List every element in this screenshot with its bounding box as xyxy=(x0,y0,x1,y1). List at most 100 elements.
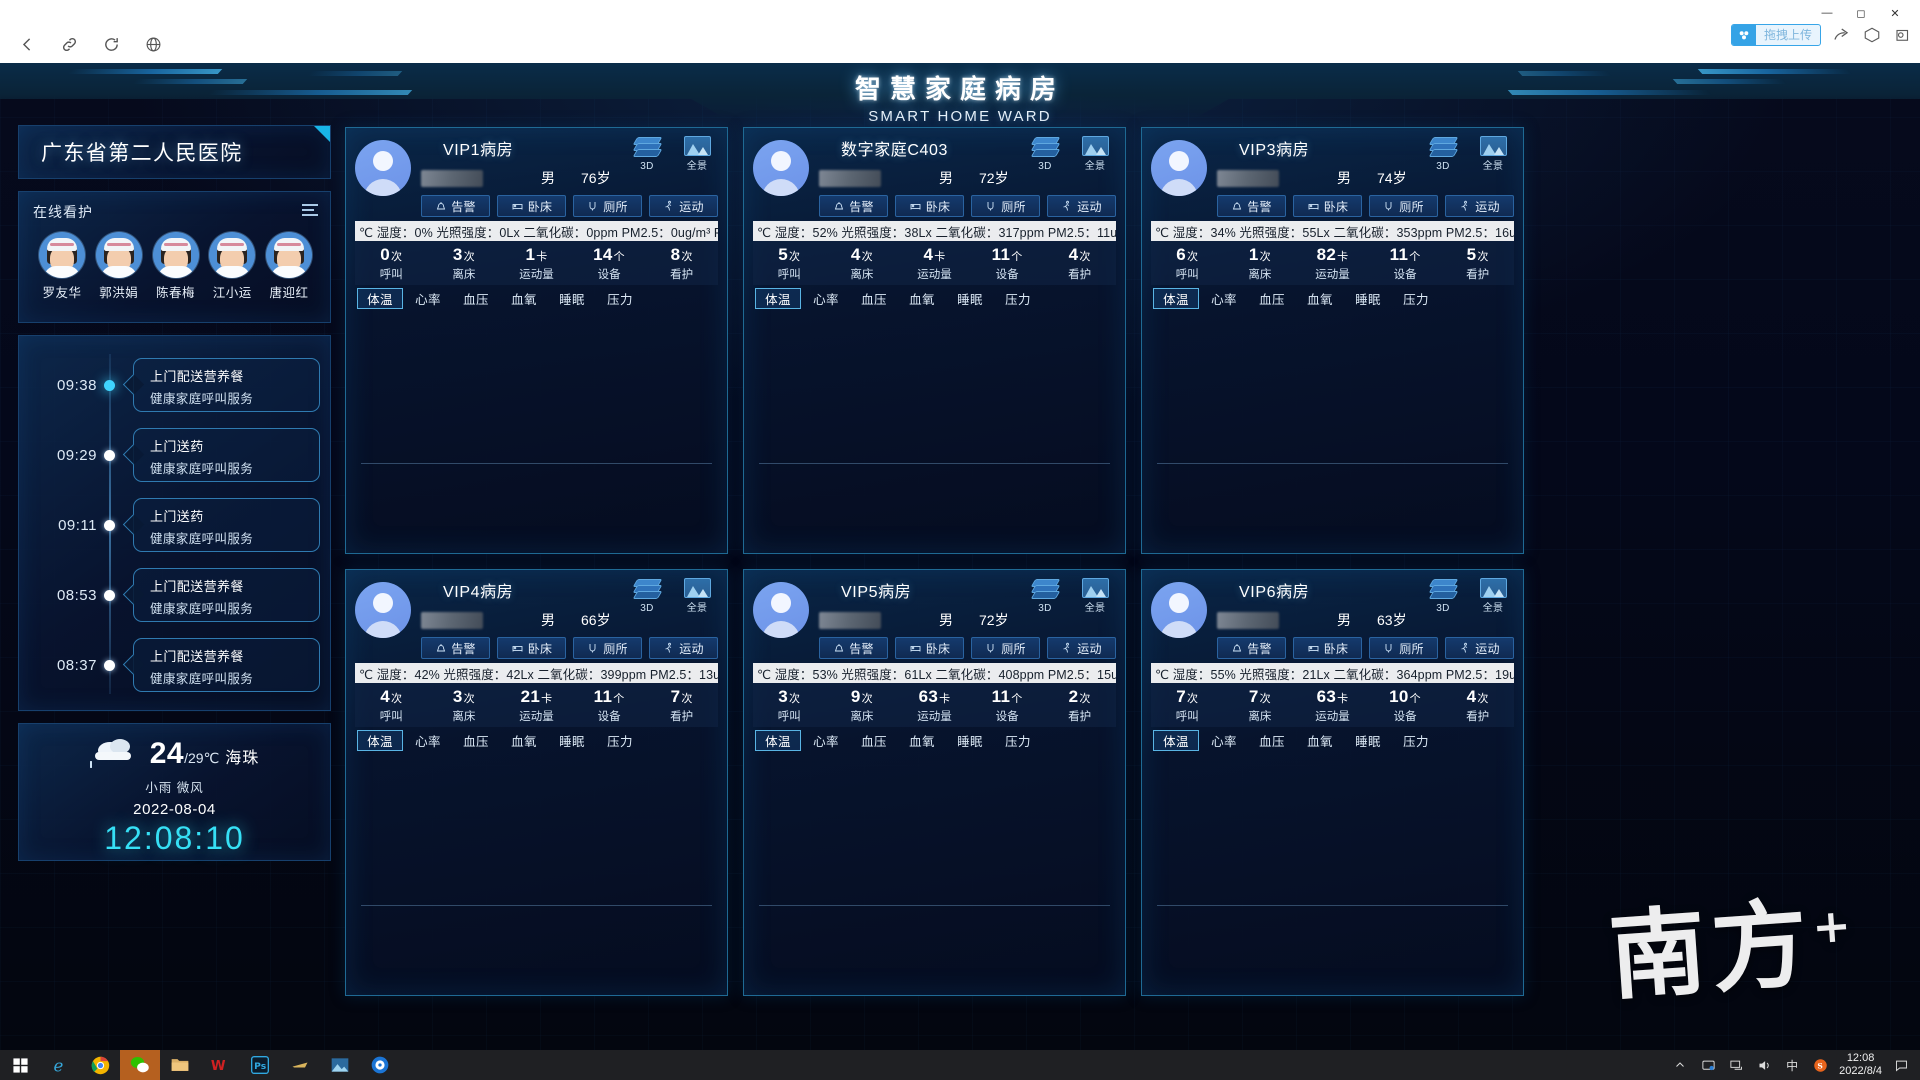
ward-metric-tab[interactable]: 血压 xyxy=(851,730,897,751)
minimize-button[interactable]: — xyxy=(1810,2,1844,24)
ward-card[interactable]: VIP1病房 3D 全景男 76岁 告警 卧床 厕所 运动 ℃ 湿度：0% 光照强度：0Lx 二… xyxy=(345,127,728,554)
timeline-item[interactable]: 09:38 上门配送营养餐 健康家庭呼叫服务 xyxy=(19,350,320,420)
media-player-icon[interactable] xyxy=(360,1050,400,1080)
ward-metric-tab[interactable]: 心率 xyxy=(405,730,451,751)
ward-metric-tab[interactable]: 体温 xyxy=(1153,288,1199,309)
ward-action-button[interactable]: 运动 xyxy=(649,195,718,217)
view-3d-button[interactable]: 3D xyxy=(630,134,664,174)
photos-icon[interactable] xyxy=(320,1050,360,1080)
view-3d-button[interactable]: 3D xyxy=(1426,576,1460,616)
ward-metric-tab[interactable]: 心率 xyxy=(405,288,451,309)
tray-clock[interactable]: 12:08 2022/8/4 xyxy=(1839,1052,1882,1078)
ward-action-button[interactable]: 运动 xyxy=(1047,195,1116,217)
drag-upload-button[interactable]: 拖拽上传 xyxy=(1730,24,1821,46)
file-explorer-icon[interactable] xyxy=(160,1050,200,1080)
timeline-item[interactable]: 08:53 上门配送营养餐 健康家庭呼叫服务 xyxy=(19,560,320,630)
box-icon[interactable] xyxy=(1861,24,1883,46)
notification-icon[interactable] xyxy=(1892,1056,1910,1074)
ward-metric-tab[interactable]: 血氧 xyxy=(899,730,945,751)
ward-metric-tab[interactable]: 血压 xyxy=(453,288,499,309)
windows-start-icon[interactable] xyxy=(0,1050,40,1080)
view-3d-button[interactable]: 3D xyxy=(1028,576,1062,616)
chrome-icon[interactable] xyxy=(80,1050,120,1080)
view-3d-button[interactable]: 3D xyxy=(1426,134,1460,174)
ward-action-button[interactable]: 运动 xyxy=(1047,637,1116,659)
chevron-up-icon[interactable] xyxy=(1671,1056,1689,1074)
ward-metric-tab[interactable]: 血压 xyxy=(1249,288,1295,309)
ward-metric-tab[interactable]: 睡眠 xyxy=(947,288,993,309)
maximize-button[interactable]: ◻ xyxy=(1844,2,1878,24)
globe-icon[interactable] xyxy=(136,30,170,60)
ward-metric-tab[interactable]: 压力 xyxy=(597,288,643,309)
timeline-item[interactable]: 09:29 上门送药 健康家庭呼叫服务 xyxy=(19,420,320,490)
ward-action-button[interactable]: 厕所 xyxy=(971,195,1040,217)
ward-metric-tab[interactable]: 血氧 xyxy=(1297,730,1343,751)
ward-action-button[interactable]: 告警 xyxy=(421,195,490,217)
ward-metric-tab[interactable]: 体温 xyxy=(357,730,403,751)
ward-metric-tab[interactable]: 睡眠 xyxy=(1345,730,1391,751)
ward-metric-tab[interactable]: 血压 xyxy=(1249,730,1295,751)
ward-metric-tab[interactable]: 体温 xyxy=(755,288,801,309)
share-icon[interactable] xyxy=(1830,24,1852,46)
ward-metric-tab[interactable]: 心率 xyxy=(1201,730,1247,751)
ward-metric-tab[interactable]: 睡眠 xyxy=(549,730,595,751)
ward-metric-tab[interactable]: 血氧 xyxy=(1297,288,1343,309)
ward-metric-tab[interactable]: 心率 xyxy=(803,730,849,751)
close-button[interactable]: ✕ xyxy=(1878,2,1912,24)
nurse-item[interactable]: 唐迎红 xyxy=(263,232,315,301)
ward-action-button[interactable]: 厕所 xyxy=(573,195,642,217)
ward-metric-tab[interactable]: 血氧 xyxy=(501,288,547,309)
internet-explorer-icon[interactable]: e xyxy=(40,1050,80,1080)
nurse-item[interactable]: 郭洪娟 xyxy=(93,232,145,301)
ward-metric-tab[interactable]: 压力 xyxy=(597,730,643,751)
ward-metric-tab[interactable]: 血氧 xyxy=(501,730,547,751)
ward-metric-tab[interactable]: 睡眠 xyxy=(1345,288,1391,309)
ward-metric-tab[interactable]: 体温 xyxy=(357,288,403,309)
ward-action-button[interactable]: 卧床 xyxy=(1293,195,1362,217)
ward-card[interactable]: VIP6病房 3D 全景男 63岁 告警 卧床 厕所 运动 ℃ 湿度：55% 光照强度：21Lx… xyxy=(1141,569,1524,996)
ward-action-button[interactable]: 告警 xyxy=(1217,195,1286,217)
ward-metric-tab[interactable]: 压力 xyxy=(1393,730,1439,751)
ward-metric-tab[interactable]: 压力 xyxy=(1393,288,1439,309)
photoshop-icon[interactable]: Ps xyxy=(240,1050,280,1080)
ward-action-button[interactable]: 运动 xyxy=(1445,195,1514,217)
ime-icon[interactable]: 中 xyxy=(1783,1056,1801,1074)
ward-action-button[interactable]: 卧床 xyxy=(895,637,964,659)
view-3d-button[interactable]: 3D xyxy=(630,576,664,616)
ward-metric-tab[interactable]: 血氧 xyxy=(899,288,945,309)
ward-action-button[interactable]: 告警 xyxy=(1217,637,1286,659)
ward-action-button[interactable]: 卧床 xyxy=(497,195,566,217)
ward-action-button[interactable]: 卧床 xyxy=(895,195,964,217)
wechat-icon[interactable] xyxy=(120,1050,160,1080)
ward-action-button[interactable]: 厕所 xyxy=(573,637,642,659)
ward-action-button[interactable]: 厕所 xyxy=(1369,637,1438,659)
ward-metric-tab[interactable]: 体温 xyxy=(755,730,801,751)
panorama-button[interactable]: 全景 xyxy=(1078,576,1112,616)
ward-card[interactable]: VIP4病房 3D 全景男 66岁 告警 卧床 厕所 运动 ℃ 湿度：42% 光照强度：42Lx… xyxy=(345,569,728,996)
ward-action-button[interactable]: 运动 xyxy=(649,637,718,659)
back-arrow-icon[interactable] xyxy=(10,30,44,60)
sogou-icon[interactable]: S xyxy=(1811,1056,1829,1074)
view-3d-button[interactable]: 3D xyxy=(1028,134,1062,174)
panorama-button[interactable]: 全景 xyxy=(680,576,714,616)
timeline-item[interactable]: 09:11 上门送药 健康家庭呼叫服务 xyxy=(19,490,320,560)
ward-action-button[interactable]: 卧床 xyxy=(497,637,566,659)
timeline-item[interactable]: 08:37 上门配送营养餐 健康家庭呼叫服务 xyxy=(19,630,320,700)
panorama-button[interactable]: 全景 xyxy=(1476,576,1510,616)
panorama-button[interactable]: 全景 xyxy=(1078,134,1112,174)
network-icon[interactable] xyxy=(1727,1056,1745,1074)
editor-icon[interactable] xyxy=(280,1050,320,1080)
nurse-item[interactable]: 陈春梅 xyxy=(150,232,202,301)
reload-icon[interactable] xyxy=(94,30,128,60)
ward-action-button[interactable]: 厕所 xyxy=(971,637,1040,659)
ward-metric-tab[interactable]: 压力 xyxy=(995,288,1041,309)
ward-action-button[interactable]: 告警 xyxy=(421,637,490,659)
ward-metric-tab[interactable]: 睡眠 xyxy=(549,288,595,309)
ward-metric-tab[interactable]: 体温 xyxy=(1153,730,1199,751)
ward-card[interactable]: VIP5病房 3D 全景男 72岁 告警 卧床 厕所 运动 ℃ 湿度：53% 光照强度：61Lx… xyxy=(743,569,1126,996)
ward-metric-tab[interactable]: 压力 xyxy=(995,730,1041,751)
ward-metric-tab[interactable]: 心率 xyxy=(1201,288,1247,309)
ward-metric-tab[interactable]: 血压 xyxy=(453,730,499,751)
ward-action-button[interactable]: 卧床 xyxy=(1293,637,1362,659)
panorama-button[interactable]: 全景 xyxy=(680,134,714,174)
